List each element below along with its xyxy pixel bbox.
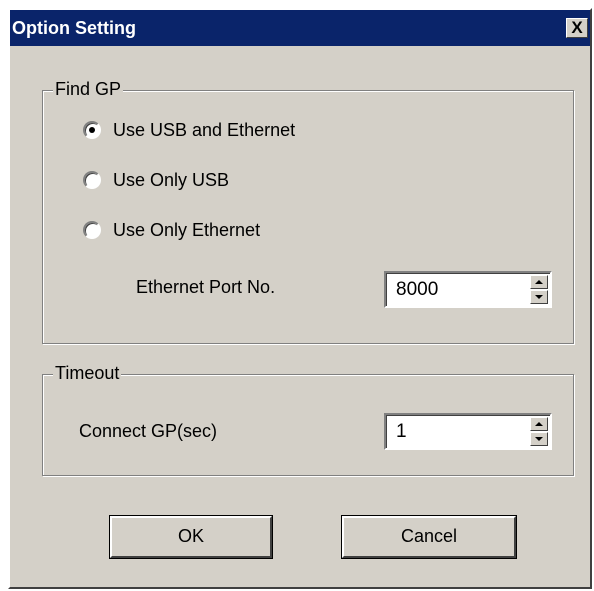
spin-buttons [530,417,548,446]
cancel-button[interactable]: Cancel [342,516,516,558]
close-button[interactable]: X [566,18,588,38]
radio-use-only-ethernet[interactable]: Use Only Ethernet [83,219,383,241]
radio-label: Use Only Ethernet [113,220,261,240]
radio-label: Use Only USB [113,170,230,190]
arrow-up-icon [535,422,543,426]
spin-up-button[interactable] [530,275,548,289]
arrow-down-icon [535,437,543,441]
spin-buttons [530,275,548,304]
ok-button[interactable]: OK [110,516,272,558]
ethernet-port-label: Ethernet Port No. [136,277,276,297]
radio-button[interactable] [83,171,101,189]
arrow-up-icon [535,280,543,284]
spin-up-button[interactable] [530,417,548,431]
radio-button[interactable] [83,221,101,239]
ethernet-port-spinbox[interactable]: 8000 [384,271,552,308]
timeout-group: Timeout Connect GP(sec) 1 [42,363,574,476]
radio-label: Use USB and Ethernet [113,120,296,140]
find-gp-legend: Find GP [53,79,124,99]
connect-gp-label: Connect GP(sec) [79,421,218,441]
connect-gp-spinbox[interactable]: 1 [384,413,552,450]
radio-use-only-usb[interactable]: Use Only USB [83,169,383,191]
radio-button-selected[interactable] [83,121,101,139]
radio-dot-icon [89,127,95,133]
radio-use-usb-and-ethernet[interactable]: Use USB and Ethernet [83,119,383,141]
timeout-legend: Timeout [53,363,122,383]
close-icon: X [571,18,583,37]
spin-down-button[interactable] [530,432,548,446]
spin-down-button[interactable] [530,290,548,304]
title-bar[interactable]: Option Setting X [10,10,590,46]
window-title: Option Setting [12,18,136,38]
arrow-down-icon [535,295,543,299]
connect-gp-value[interactable]: 1 [396,421,407,443]
find-gp-group: Find GP Use USB and Ethernet Use Only US… [42,79,574,344]
option-setting-dialog: Option Setting X Find GP Use USB and Eth… [8,8,592,589]
ethernet-port-value[interactable]: 8000 [396,279,438,301]
